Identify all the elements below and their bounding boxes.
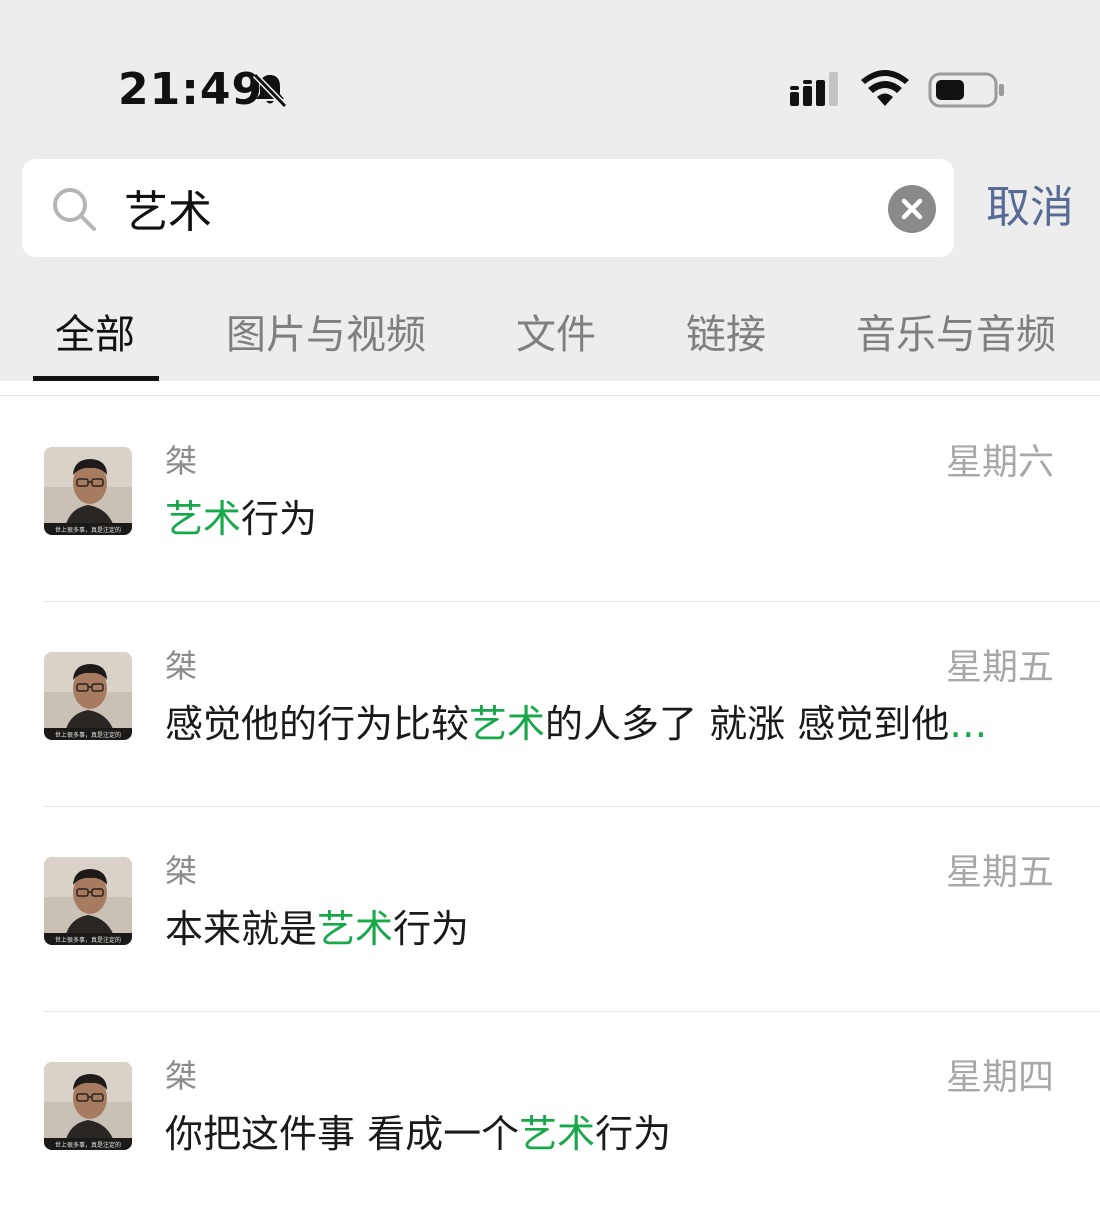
cellular-signal-icon <box>790 72 838 106</box>
avatar-photo: 世上很多事，真是注定的 <box>44 1062 132 1150</box>
sender-name: 桀 <box>165 1057 198 1095</box>
snippet-text: 行为 <box>393 907 470 951</box>
message-snippet: 感觉他的行为比较艺术的人多了 就涨 感觉到他… <box>165 698 1045 750</box>
message-date: 星期五 <box>945 647 1054 688</box>
message-date: 星期五 <box>945 852 1054 893</box>
avatar-caption: 世上很多事，真是注定的 <box>55 526 121 534</box>
list-item[interactable]: 世上很多事，真是注定的 桀 星期五 本来就是艺术行为 <box>0 807 1100 1012</box>
avatar-photo: 世上很多事，真是注定的 <box>44 652 132 740</box>
sender-name: 桀 <box>165 442 198 480</box>
avatar-caption: 世上很多事，真是注定的 <box>55 1141 121 1149</box>
match-highlight: 艺术 <box>469 702 546 746</box>
snippet-text: 感觉他的行为比较 <box>165 702 470 746</box>
search-input[interactable] <box>124 178 864 238</box>
avatar: 世上很多事，真是注定的 <box>44 652 132 740</box>
snippet-text: 行为 <box>595 1112 672 1156</box>
clear-search-button[interactable] <box>888 185 936 233</box>
status-time: 21:49 <box>118 64 264 115</box>
snippet-text: 你把这件事 看成一个 <box>165 1112 520 1156</box>
avatar: 世上很多事，真是注定的 <box>44 447 132 535</box>
match-highlight: 艺术 <box>519 1112 596 1156</box>
wifi-icon <box>861 70 909 106</box>
header: 21:49 取消 <box>0 0 1100 381</box>
tab-files[interactable]: 文件 <box>516 308 596 362</box>
list-item[interactable]: 世上很多事，真是注定的 桀 星期五 感觉他的行为比较艺术的人多了 就涨 感觉到他… <box>0 602 1100 807</box>
avatar: 世上很多事，真是注定的 <box>44 1062 132 1150</box>
battery-icon <box>928 72 1004 108</box>
avatar-caption: 世上很多事，真是注定的 <box>55 936 121 944</box>
tab-all[interactable]: 全部 <box>55 308 135 362</box>
tab-images-videos[interactable]: 图片与视频 <box>226 308 426 362</box>
message-date: 星期四 <box>945 1057 1054 1098</box>
cancel-button[interactable]: 取消 <box>986 178 1074 238</box>
avatar: 世上很多事，真是注定的 <box>44 857 132 945</box>
tab-links[interactable]: 链接 <box>686 308 766 362</box>
avatar-photo: 世上很多事，真是注定的 <box>44 857 132 945</box>
divider <box>0 395 1100 396</box>
snippet-text: 的人多了 就涨 感觉到他 <box>545 702 950 746</box>
avatar-caption: 世上很多事，真是注定的 <box>55 731 121 739</box>
bell-slash-icon <box>252 72 288 109</box>
message-date: 星期六 <box>945 442 1054 483</box>
avatar-photo: 世上很多事，真是注定的 <box>44 447 132 535</box>
tab-music-audio[interactable]: 音乐与音频 <box>856 308 1056 362</box>
snippet-text: 本来就是 <box>165 907 318 951</box>
list-item[interactable]: 世上很多事，真是注定的 桀 星期四 你把这件事 看成一个艺术行为 <box>0 1012 1100 1217</box>
search-icon <box>53 188 96 231</box>
search-bar <box>22 159 954 257</box>
sender-name: 桀 <box>165 647 198 685</box>
ellipsis: … <box>949 702 988 746</box>
match-highlight: 艺术 <box>165 497 242 541</box>
snippet-text: 行为 <box>241 497 318 541</box>
close-icon <box>901 198 923 220</box>
match-highlight: 艺术 <box>317 907 394 951</box>
message-snippet: 你把这件事 看成一个艺术行为 <box>165 1108 1045 1160</box>
message-snippet: 本来就是艺术行为 <box>165 903 1045 955</box>
sender-name: 桀 <box>165 852 198 890</box>
list-item[interactable]: 世上很多事，真是注定的 桀 星期六 艺术行为 <box>0 397 1100 602</box>
message-snippet: 艺术行为 <box>165 493 1045 545</box>
active-tab-indicator <box>33 376 159 381</box>
